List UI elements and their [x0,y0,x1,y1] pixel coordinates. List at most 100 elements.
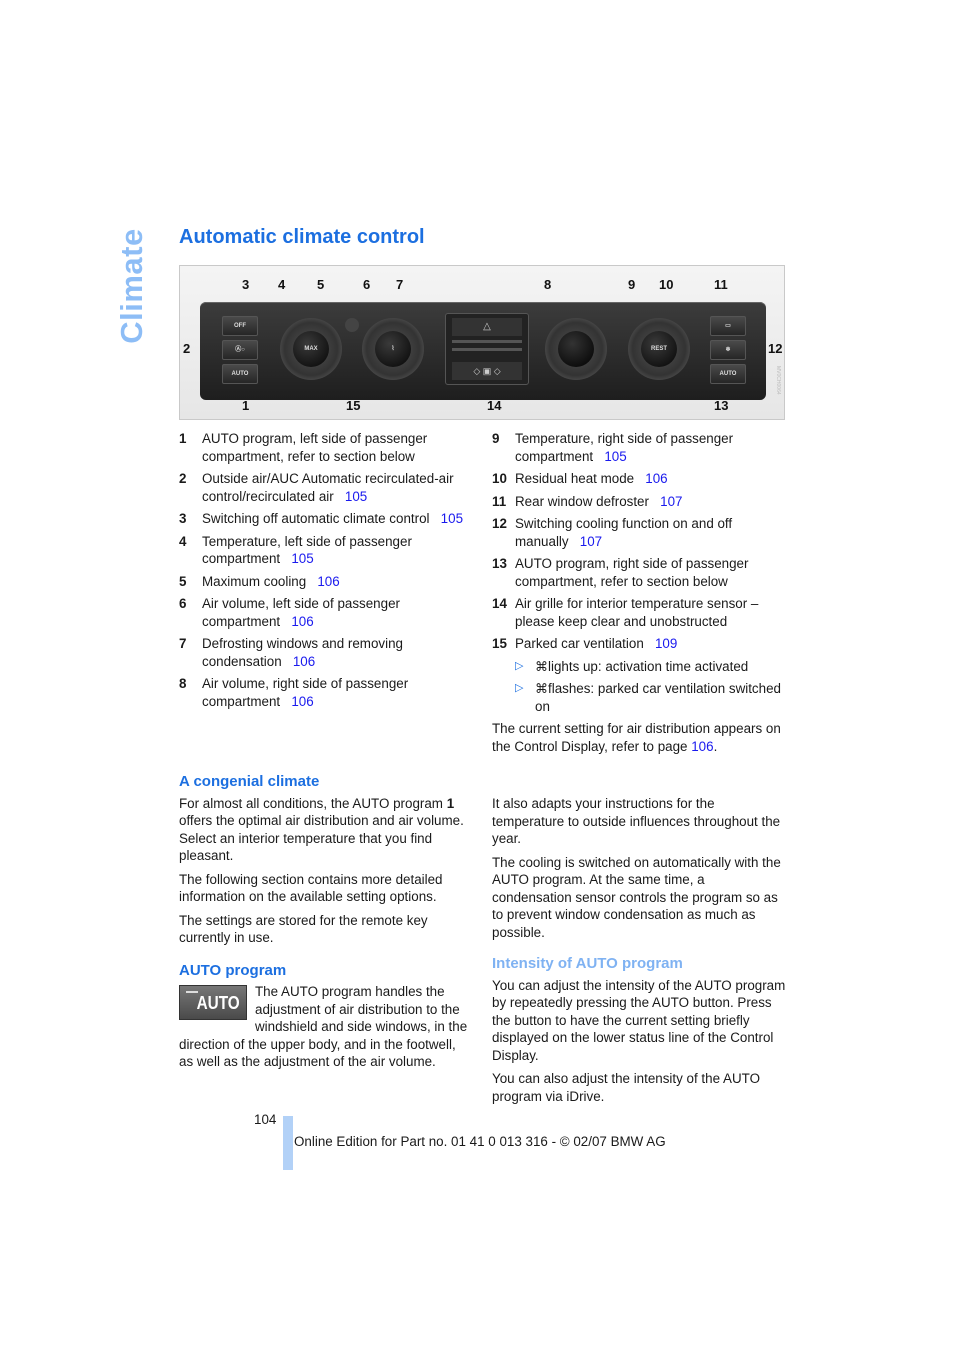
callout-13: 13 [714,398,729,413]
callout-6: 6 [363,277,371,292]
callout-14: 14 [487,398,502,413]
item-text: Temperature, right side of passenger com… [515,431,734,464]
page-link[interactable]: 105 [345,489,367,504]
page-link[interactable]: 109 [655,636,677,651]
sub-item-text: lights up: activation time activated [548,658,749,674]
hazard-icon: △ [452,318,522,336]
paragraph: The cooling is switched on automatically… [492,854,781,940]
item-number: 7 [179,636,187,651]
right-button-column: ▭ ❄ AUTO [710,316,746,384]
legend-item: 15 Parked car ventilation 109 [492,635,787,653]
item-number: 9 [492,431,500,446]
section-tab: Climate [112,228,152,343]
paragraph: You can adjust the intensity of the AUTO… [492,977,786,1063]
paragraph: The settings are stored for the remote k… [179,912,428,946]
item-text: Defrosting windows and removing condensa… [202,636,403,669]
item-number: 2 [179,471,187,486]
legend-item: 2 Outside air/AUC Automatic recirculated-… [179,470,474,505]
legend-item: 8 Air volume, right side of passenger com… [179,675,474,710]
page-link[interactable]: 106 [691,739,713,754]
footer-text: Online Edition for Part no. 01 41 0 013 … [294,1134,666,1149]
paragraph: It also adapts your instructions for the… [492,796,781,846]
sub-item: ▷ ⌘lights up: activation time activated [515,658,787,676]
item-number: 14 [492,596,507,611]
paragraph: You can also adjust the intensity of the… [492,1071,760,1104]
legend-item: 6 Air volume, left side of passenger comp… [179,595,474,630]
page-link[interactable]: 106 [317,574,339,589]
item-text: Maximum cooling 106 [202,573,340,589]
cooling-button: ❄ [710,340,746,360]
callout-8: 8 [544,277,552,292]
legend-item: 10 Residual heat mode 106 [492,470,787,488]
legend-item: 12 Switching cooling function on and off … [492,515,787,550]
page-link[interactable]: 106 [645,471,667,486]
figure-code: MV0CH0064 [775,366,781,395]
auto-left-button: AUTO [222,364,258,384]
item-text: Temperature, left side of passenger comp… [202,533,412,567]
air-distribution-note: The current setting for air distribution… [492,721,781,754]
defrost-button: ⌇ [375,331,411,367]
legend-item: 4 Temperature, left side of passenger com… [179,533,474,568]
item-number: 11 [492,493,507,509]
paragraph: For almost all conditions, the AUTO prog… [179,795,464,864]
footer-bar [283,1116,293,1170]
auto-button-image: AUTO [179,985,247,1020]
page-link[interactable]: 106 [293,654,315,669]
item-number: 13 [492,556,507,571]
temperature-sensor-grille: △ ◇ ▣ ◇ [445,313,529,385]
item-text: Outside air/AUC Automatic recirculated-a… [202,471,454,504]
off-button: OFF [222,316,258,336]
item-number: 5 [179,573,187,589]
item-text: AUTO program, left side of passenger com… [202,431,428,464]
item-text: Residual heat mode 106 [515,471,668,486]
callout-5: 5 [317,277,325,292]
page-link[interactable]: 106 [291,694,313,709]
residual-heat-button: REST [641,331,677,367]
page-link[interactable]: 105 [291,551,313,566]
triangle-bullet-icon: ▷ [515,659,524,672]
left-air-volume-knob: ⌇ [362,318,424,380]
item-text: Parked car ventilation 109 [515,636,678,651]
callout-10: 10 [659,277,674,292]
fan-icon: ⌘ [535,658,548,674]
page-link[interactable]: 105 [604,449,626,464]
callout-4: 4 [278,277,286,292]
triangle-bullet-icon: ▷ [515,682,524,694]
lock-icon: ◇ ▣ ◇ [452,362,522,380]
right-air-volume-knob [545,318,607,380]
page-link[interactable]: 105 [441,511,463,526]
rear-defroster-button: ▭ [710,316,746,336]
page-title: Automatic climate control [179,226,425,248]
item-text: Air volume, left side of passenger compa… [202,596,400,629]
callout-11: 11 [714,277,728,292]
page-number: 104 [254,1112,277,1127]
paragraph: AUTO The AUTO program handles the adjustm… [179,984,468,1069]
page-link[interactable]: 107 [580,534,602,549]
item-text: Rear window defroster 107 [515,493,683,509]
callout-3: 3 [242,277,250,292]
paragraph: The following section contains more deta… [179,871,443,905]
item-number: 1 [179,431,187,446]
item-text: Air grille for interior temperature sens… [515,596,759,629]
callout-7: 7 [396,277,404,292]
callout-15: 15 [346,398,361,413]
legend-item: 7 Defrosting windows and removing condens… [179,635,474,670]
item-text: AUTO program, right side of passenger co… [515,556,749,589]
control-panel-illustration: OFF Ⓐ○ AUTO MAX ⌇ △ ◇ ▣ ◇ REST ▭ ❄ AUTO [200,302,766,400]
callout-9: 9 [628,277,636,292]
item-text: Switching off automatic climate control … [202,511,464,526]
legend-item: 5 Maximum cooling 106 [179,573,474,591]
legend-item: 3 Switching off automatic climate control… [179,510,474,528]
fan-icon: ⌘ [535,681,548,696]
item-number: 4 [179,533,187,549]
right-body-column: It also adapts your instructions for the… [492,795,787,1111]
legend-item: 1 AUTO program, left side of passenger co… [179,430,474,465]
section-heading: A congenial climate [179,773,320,790]
callout-1: 1 [242,398,250,413]
page-link[interactable]: 107 [660,494,682,509]
item-text: Switching cooling function on and off ma… [515,516,733,549]
page-link[interactable]: 106 [291,614,313,629]
legend-item: 13 AUTO program, right side of passenger … [492,555,787,590]
item-number: 10 [492,471,507,486]
section-heading: AUTO program [179,961,287,979]
